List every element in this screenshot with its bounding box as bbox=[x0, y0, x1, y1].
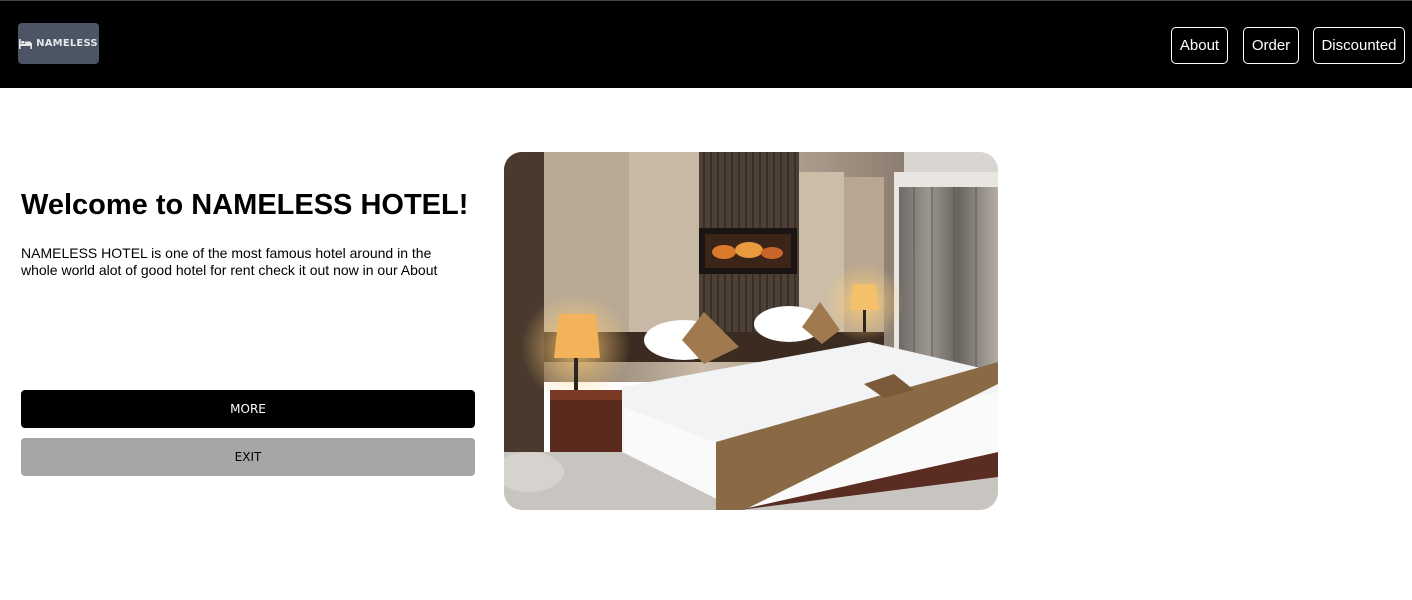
exit-button[interactable]: EXIT bbox=[21, 438, 475, 476]
logo-text: NAMELESS bbox=[36, 38, 98, 49]
more-button[interactable]: MORE bbox=[21, 390, 475, 428]
page-title: Welcome to NAMELESS HOTEL! bbox=[21, 189, 469, 221]
logo[interactable]: NAMELESS bbox=[18, 23, 99, 64]
hotel-room-image bbox=[504, 152, 998, 510]
hero-description: NAMELESS HOTEL is one of the most famous… bbox=[21, 245, 438, 278]
nav-order-button[interactable]: Order bbox=[1243, 27, 1299, 64]
nav-about-button[interactable]: About bbox=[1171, 27, 1228, 64]
bed-icon bbox=[19, 38, 33, 49]
nav-discounted-button[interactable]: Discounted bbox=[1313, 27, 1405, 64]
top-navbar: NAMELESS About Order Discounted bbox=[0, 0, 1412, 88]
